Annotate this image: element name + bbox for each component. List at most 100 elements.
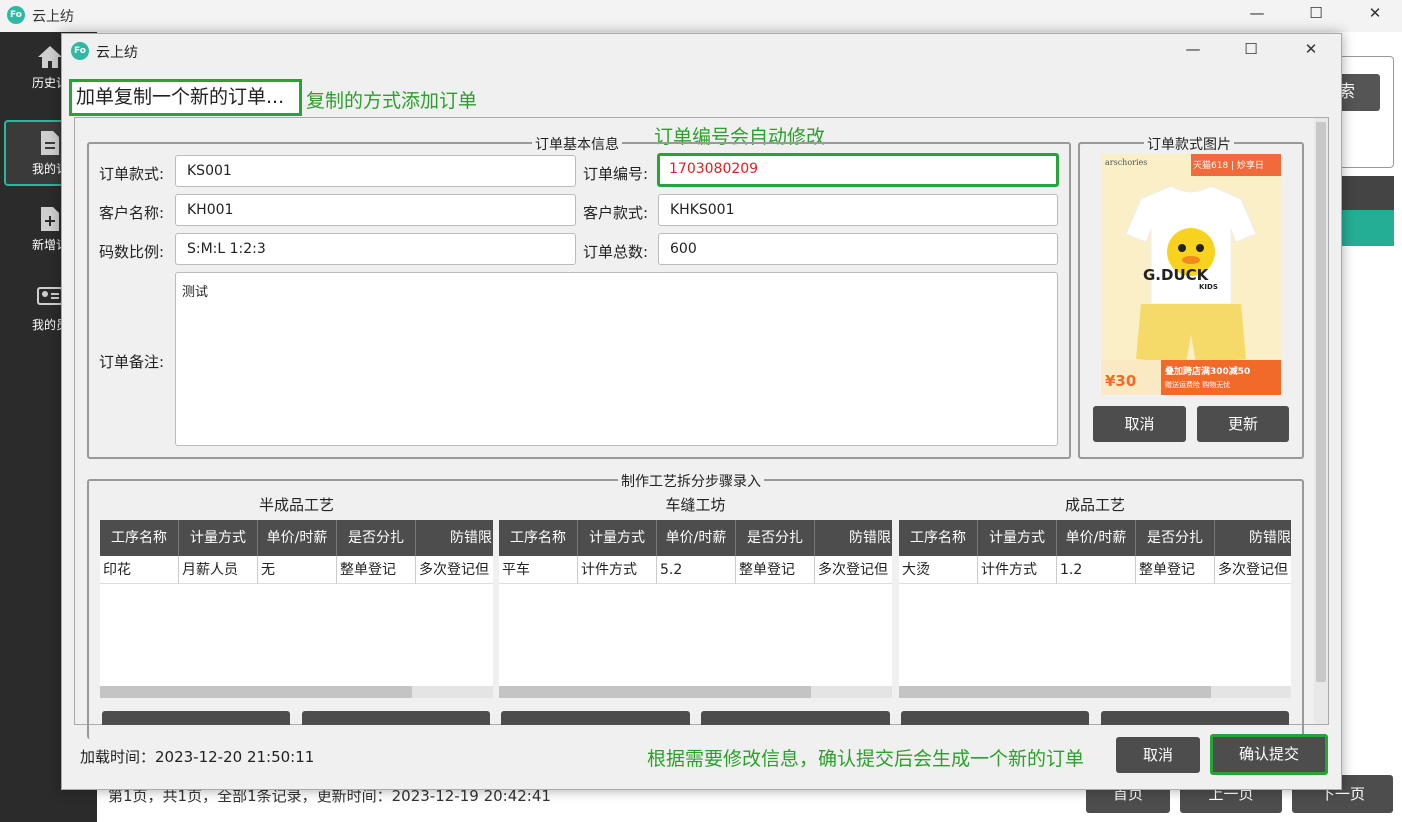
order-number-input[interactable]: 1703080209: [657, 153, 1059, 187]
scroll-thumb[interactable]: [499, 686, 811, 698]
employee-card-icon: [36, 286, 64, 312]
col-process-name[interactable]: 工序名称: [499, 520, 578, 556]
col-price[interactable]: 单价/时薪: [1057, 520, 1136, 556]
customer-input[interactable]: KH001: [175, 194, 576, 226]
cell-split[interactable]: 整单登记: [736, 556, 815, 584]
customer-style-label: 客户款式:: [583, 204, 649, 222]
cell-price[interactable]: 无: [258, 556, 337, 584]
table-header: 工序名称 计量方式 单价/时薪 是否分扎 防错限: [100, 520, 493, 556]
confirm-submit-button[interactable]: 确认提交: [1210, 734, 1328, 775]
col-process-name[interactable]: 工序名称: [899, 520, 978, 556]
cell-split[interactable]: 整单登记: [1136, 556, 1215, 584]
product-price: ¥30: [1105, 372, 1137, 390]
product-logo-sub: KIDS: [1199, 283, 1218, 291]
style-label: 订单款式:: [99, 165, 165, 183]
style-input[interactable]: KS001: [175, 155, 576, 187]
cell-process-name[interactable]: 平车: [499, 556, 578, 584]
vertical-scrollbar[interactable]: [1314, 118, 1328, 724]
semi-finished-title: 半成品工艺: [258, 496, 334, 514]
main-titlebar: Fo 云上纺 — ☐ ✕: [0, 0, 1402, 32]
horizontal-scrollbar[interactable]: [100, 686, 493, 698]
sewing-delete-button[interactable]: [701, 711, 890, 725]
submit-note: 根据需要修改信息，确认提交后会生成一个新的订单: [647, 748, 1085, 770]
image-cancel-button[interactable]: 取消: [1093, 406, 1186, 442]
customer-label: 客户名称:: [99, 204, 165, 222]
cell-measure[interactable]: 计件方式: [978, 556, 1057, 584]
promo-bottom-text: 叠加跨店满300减50: [1165, 367, 1251, 377]
cell-measure[interactable]: 月薪人员: [179, 556, 258, 584]
image-update-button[interactable]: 更新: [1197, 406, 1289, 442]
product-image: arschories 天猫618 | 妙享日 G.DUCK KIDS 叠加跨店满…: [1101, 154, 1281, 395]
cell-price[interactable]: 1.2: [1057, 556, 1136, 584]
size-ratio-input[interactable]: S:M:L 1:2:3: [175, 233, 576, 265]
col-process-name[interactable]: 工序名称: [100, 520, 179, 556]
cell-error-limit[interactable]: 多次登记但: [1215, 556, 1291, 584]
main-minimize-button[interactable]: —: [1234, 4, 1280, 22]
customer-style-input[interactable]: KHKS001: [658, 194, 1058, 226]
scroll-thumb[interactable]: [899, 686, 1211, 698]
col-price[interactable]: 单价/时薪: [657, 520, 736, 556]
table-row[interactable]: 大烫 计件方式 1.2 整单登记 多次登记但: [899, 556, 1291, 584]
cancel-button[interactable]: 取消: [1116, 737, 1200, 773]
total-label: 订单总数:: [583, 243, 649, 261]
style-image-title: 订单款式图片: [1144, 134, 1234, 154]
main-maximize-button[interactable]: ☐: [1293, 4, 1339, 22]
col-error-limit[interactable]: 防错限: [1215, 520, 1291, 556]
sewing-table: 工序名称 计量方式 单价/时薪 是否分扎 防错限 平车 计件方式 5.2 整单登…: [499, 520, 892, 686]
semi-delete-button[interactable]: [302, 711, 490, 725]
finished-delete-button[interactable]: [1101, 711, 1289, 725]
sewing-add-button[interactable]: [501, 711, 690, 725]
semi-add-button[interactable]: [102, 711, 290, 725]
cell-split[interactable]: 整单登记: [337, 556, 416, 584]
cell-process-name[interactable]: 大烫: [899, 556, 978, 584]
cell-measure[interactable]: 计件方式: [578, 556, 657, 584]
remark-textarea[interactable]: 测试: [175, 272, 1058, 446]
col-split[interactable]: 是否分扎: [736, 520, 815, 556]
cell-process-name[interactable]: 印花: [100, 556, 179, 584]
order-table-header: [1340, 176, 1394, 210]
table-header: 工序名称 计量方式 单价/时薪 是否分扎 防错限: [899, 520, 1291, 556]
dialog-logo-icon: Fo: [71, 42, 89, 60]
col-error-limit[interactable]: 防错限: [416, 520, 493, 556]
main-close-button[interactable]: ✕: [1352, 4, 1398, 22]
copy-order-label: 加单复制一个新的订单...: [69, 79, 302, 116]
dialog-close-button[interactable]: ✕: [1288, 40, 1334, 58]
sewing-title: 车缝工坊: [665, 496, 726, 514]
col-measure[interactable]: 计量方式: [578, 520, 657, 556]
copy-order-dialog: Fo 云上纺 — ☐ ✕ 加单复制一个新的订单... 复制的方式添加订单 订单编…: [61, 33, 1342, 790]
order-table-selected-row[interactable]: [1340, 210, 1394, 246]
scroll-thumb[interactable]: [100, 686, 412, 698]
cell-price[interactable]: 5.2: [657, 556, 736, 584]
horizontal-scrollbar[interactable]: [899, 686, 1291, 698]
cell-error-limit[interactable]: 多次登记但: [815, 556, 892, 584]
table-header: 工序名称 计量方式 单价/时薪 是否分扎 防错限: [499, 520, 892, 556]
dialog-minimize-button[interactable]: —: [1170, 40, 1216, 58]
add-document-icon: [36, 206, 64, 232]
document-icon: [36, 130, 64, 156]
col-measure[interactable]: 计量方式: [978, 520, 1057, 556]
cell-error-limit[interactable]: 多次登记但: [416, 556, 493, 584]
size-ratio-label: 码数比例:: [99, 243, 165, 261]
dialog-title: 云上纺: [96, 45, 138, 61]
semi-finished-table: 工序名称 计量方式 单价/时薪 是否分扎 防错限 印花 月薪人员 无 整单登记 …: [100, 520, 493, 686]
product-brand-text: arschories: [1105, 158, 1148, 167]
table-row[interactable]: 印花 月薪人员 无 整单登记 多次登记但: [100, 556, 493, 584]
col-price[interactable]: 单价/时薪: [258, 520, 337, 556]
col-split[interactable]: 是否分扎: [337, 520, 416, 556]
order-number-label: 订单编号:: [583, 165, 649, 183]
dialog-maximize-button[interactable]: ☐: [1228, 40, 1274, 58]
total-input[interactable]: 600: [658, 233, 1058, 265]
load-time: 加载时间：2023-12-20 21:50:11: [80, 748, 315, 766]
table-row[interactable]: 平车 计件方式 5.2 整单登记 多次登记但: [499, 556, 892, 584]
horizontal-scrollbar[interactable]: [499, 686, 892, 698]
main-window-title: 云上纺: [32, 9, 74, 25]
promo-top-text: 天猫618 | 妙享日: [1193, 161, 1264, 171]
app-logo-icon: Fo: [7, 6, 25, 24]
col-error-limit[interactable]: 防错限: [815, 520, 892, 556]
col-split[interactable]: 是否分扎: [1136, 520, 1215, 556]
product-logo-text: G.DUCK: [1143, 266, 1209, 284]
col-measure[interactable]: 计量方式: [179, 520, 258, 556]
scroll-thumb[interactable]: [1316, 122, 1326, 682]
finished-add-button[interactable]: [901, 711, 1089, 725]
promo-bottom-sub: 赠送运费险 购物无忧: [1165, 381, 1231, 389]
